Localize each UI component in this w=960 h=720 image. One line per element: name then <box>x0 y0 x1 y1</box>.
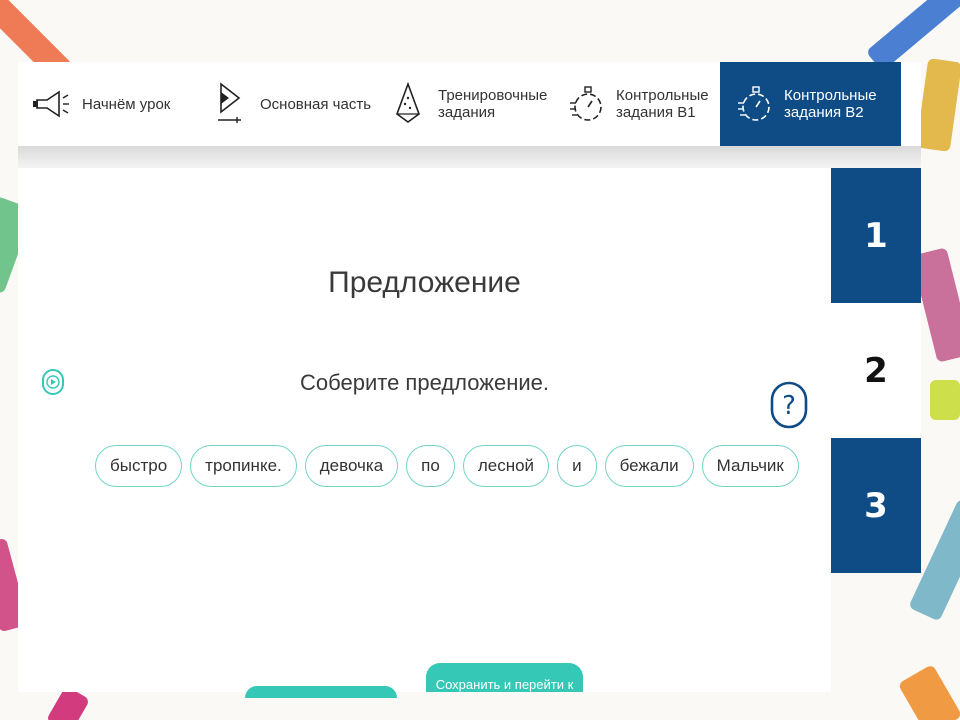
crayon-decoration <box>915 58 960 152</box>
nav-item-label: Контрольные задания В1 <box>616 87 709 121</box>
stopwatch-icon <box>734 84 774 124</box>
nav-item-label: Тренировочные задания <box>438 87 548 121</box>
task-instruction: Соберите предложение. <box>300 370 549 395</box>
word-chip[interactable]: по <box>406 445 455 487</box>
nav-item-start-lesson[interactable]: Начнём урок <box>18 62 196 146</box>
play-icon <box>210 82 250 124</box>
crayon-decoration <box>897 664 960 720</box>
cone-icon <box>388 82 428 124</box>
word-chip[interactable]: лесной <box>462 445 550 487</box>
word-chip[interactable]: и <box>557 445 597 487</box>
word-chip[interactable]: тропинке. <box>190 445 297 487</box>
task-tab-1[interactable]: 1 <box>831 168 921 303</box>
task-panel: Предложение Соберите предложение. ? быст… <box>18 168 831 692</box>
task-tab-2[interactable]: 2 <box>831 303 921 438</box>
task-tab-3[interactable]: 3 <box>831 438 921 573</box>
word-chip[interactable]: Мальчик <box>701 445 799 487</box>
nav-item-main-part[interactable]: Основная часть <box>196 62 374 146</box>
megaphone-icon <box>32 84 72 124</box>
nav-item-control-tasks-b1[interactable]: Контрольные задания В1 <box>552 62 720 146</box>
word-bank: быстро тропинке. девочка по лесной и беж… <box>95 445 799 489</box>
word-chip[interactable]: бежали <box>604 445 694 487</box>
nav-item-label: Контрольные задания В2 <box>784 87 877 121</box>
word-chip[interactable]: девочка <box>304 445 399 487</box>
word-chip[interactable]: быстро <box>95 445 183 487</box>
nav-item-training-tasks[interactable]: Тренировочные задания <box>374 62 552 146</box>
help-icon[interactable]: ? <box>770 381 808 429</box>
crayon-decoration <box>930 380 960 420</box>
lesson-navigation: Начнём урок Основная часть Тренировочные… <box>18 62 921 146</box>
nav-item-control-tasks-b2[interactable]: Контрольные задания В2 <box>720 62 901 146</box>
nav-item-label: Начнём урок <box>82 95 171 113</box>
check-button[interactable] <box>245 686 397 698</box>
save-and-next-button[interactable]: Сохранить и перейти к <box>426 663 583 692</box>
stopwatch-icon <box>566 84 606 124</box>
nav-item-label: Основная часть <box>260 95 372 113</box>
nav-divider <box>18 146 921 168</box>
help-icon-glyph: ? <box>782 391 796 421</box>
page-title: Предложение <box>328 266 521 299</box>
